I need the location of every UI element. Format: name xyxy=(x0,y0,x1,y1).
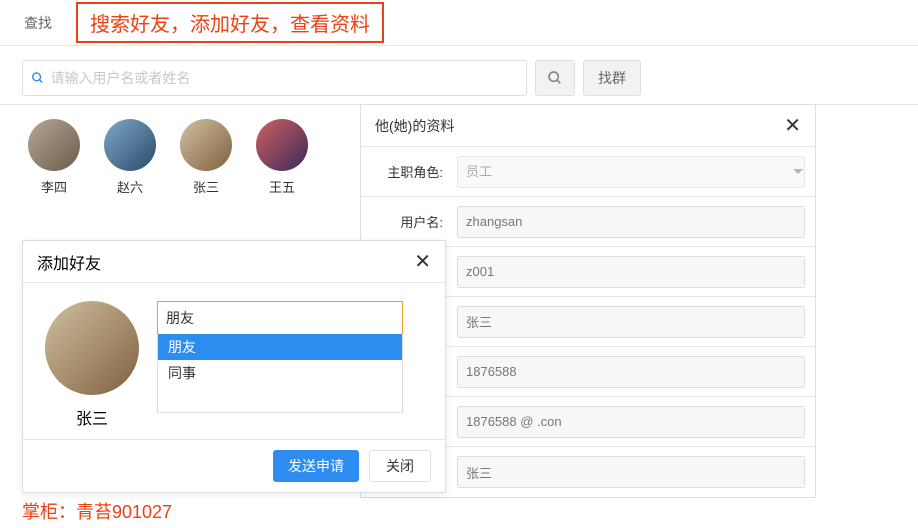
watermark: 掌柜：青苔901027 xyxy=(22,498,172,524)
group-input[interactable] xyxy=(157,301,403,335)
nick-value: 张三 xyxy=(457,456,805,488)
add-right: 朋友 同事 xyxy=(157,301,429,429)
group-option[interactable]: 同事 xyxy=(158,360,402,386)
tab-find[interactable]: 查找 xyxy=(8,13,68,33)
find-group-button[interactable]: 找群 xyxy=(583,60,641,96)
username-value: zhangsan xyxy=(457,206,805,238)
annotation: 搜索好友，添加好友，查看资料 xyxy=(76,2,384,43)
search-button[interactable] xyxy=(535,60,575,96)
avatar xyxy=(45,301,139,395)
username-label: 用户名: xyxy=(361,212,451,231)
friend-item[interactable]: 赵六 xyxy=(104,119,156,196)
name-value: 张三 xyxy=(457,306,805,338)
group-combo: 朋友 同事 xyxy=(157,301,429,335)
role-select[interactable]: 员工 xyxy=(457,156,805,188)
search-input[interactable] xyxy=(50,70,518,86)
profile-title: 他(她)的资料 xyxy=(375,116,454,136)
group-dropdown: 朋友 同事 xyxy=(157,334,403,413)
role-label: 主职角色: xyxy=(361,162,451,181)
close-icon[interactable]: ✕ xyxy=(414,252,431,272)
profile-header: 他(她)的资料 ✕ xyxy=(361,105,815,147)
add-body: 张三 朋友 同事 xyxy=(23,283,445,439)
avatar xyxy=(180,119,232,171)
code-value: z001 xyxy=(457,256,805,288)
target-name: 张三 xyxy=(76,405,108,429)
submit-button[interactable]: 发送申请 xyxy=(273,450,359,482)
avatar xyxy=(28,119,80,171)
group-option[interactable]: 朋友 xyxy=(158,334,402,360)
close-button[interactable]: 关闭 xyxy=(369,450,431,482)
avatar xyxy=(104,119,156,171)
search-icon xyxy=(31,71,44,85)
profile-row-role: 主职角色: 员工 xyxy=(361,147,815,197)
search-icon xyxy=(547,70,563,86)
friend-item[interactable]: 张三 xyxy=(180,119,232,196)
friend-name: 王五 xyxy=(269,177,295,196)
friend-name: 张三 xyxy=(193,177,219,196)
friend-name: 赵六 xyxy=(117,177,143,196)
close-icon[interactable]: ✕ xyxy=(784,116,801,136)
add-header: 添加好友 ✕ xyxy=(23,241,445,283)
add-footer: 发送申请 关闭 xyxy=(23,439,445,492)
email-value: 1876588 @ .con xyxy=(457,406,805,438)
search-input-wrap[interactable] xyxy=(22,60,527,96)
top-bar: 查找 搜索好友，添加好友，查看资料 xyxy=(0,0,918,46)
add-left: 张三 xyxy=(45,301,139,429)
friend-item[interactable]: 王五 xyxy=(256,119,308,196)
avatar xyxy=(256,119,308,171)
friend-name: 李四 xyxy=(41,177,67,196)
add-title: 添加好友 xyxy=(37,250,101,274)
phone-value: 1876588 xyxy=(457,356,805,388)
add-friend-dialog: 添加好友 ✕ 张三 朋友 同事 发送申请 关闭 xyxy=(22,240,446,493)
search-row: 找群 xyxy=(0,46,918,105)
friend-item[interactable]: 李四 xyxy=(28,119,80,196)
